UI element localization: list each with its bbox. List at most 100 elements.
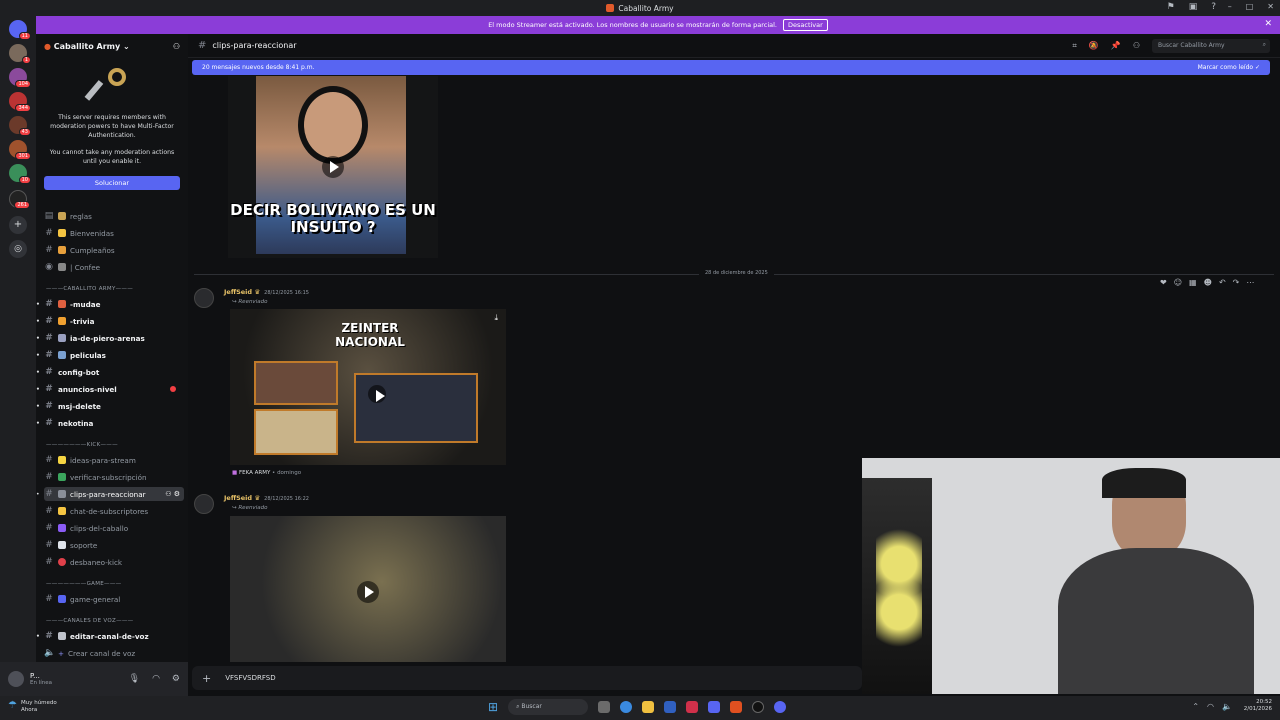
clock[interactable]: 20:52 2/01/2026	[1244, 699, 1272, 714]
notifications-icon[interactable]: 🔕	[1089, 41, 1099, 50]
store-icon[interactable]	[664, 701, 677, 713]
channel-clips-del-caballo[interactable]: # clips-del-caballo	[44, 521, 184, 535]
video-embed[interactable]: ZEINTER NACIONAL ⤓	[230, 309, 506, 465]
channel-desbaneo-kick[interactable]: # desbaneo-kick	[44, 555, 184, 569]
avatar[interactable]	[8, 671, 24, 687]
headphones-icon[interactable]: ◠	[152, 674, 160, 684]
emoji-icon[interactable]: ☺	[1174, 278, 1182, 287]
video-embed[interactable]	[230, 516, 506, 662]
channel-bienvenidas[interactable]: # Bienvenidas	[44, 226, 184, 240]
more-icon[interactable]: ⋯	[1246, 278, 1254, 287]
channel-crear-canal-de-voz[interactable]: 🔈 + Crear canal de voz	[44, 646, 184, 660]
server-icon[interactable]: 1	[9, 44, 31, 64]
avatar[interactable]	[194, 288, 214, 308]
wifi-icon[interactable]: ◠	[1207, 702, 1214, 711]
server-home-icon[interactable]: 11	[9, 20, 31, 40]
grid-icon[interactable]: ▦	[1189, 278, 1197, 287]
inbox-icon[interactable]: ⚑	[1167, 2, 1175, 12]
emoji-add-icon[interactable]: ☻	[1204, 278, 1212, 287]
play-icon[interactable]	[322, 156, 344, 178]
channel-ia-de-piero-arenas[interactable]: • # ia-de-piero-arenas	[36, 331, 184, 345]
app-icon[interactable]	[686, 701, 699, 713]
server-icon[interactable]: 344	[9, 92, 31, 112]
search-input[interactable]: Buscar Caballito Army ⌕	[1152, 38, 1270, 53]
discover-icon[interactable]: ◎	[9, 240, 27, 258]
message-author[interactable]: JeffSeid ♛ 28/12/2025 16:22	[224, 494, 309, 502]
channel-config-bot[interactable]: • # config-bot	[36, 365, 184, 379]
mark-as-read-button[interactable]: Marcar como leído ✓	[1198, 64, 1260, 71]
task-view-icon[interactable]	[598, 701, 611, 713]
chevron-up-icon[interactable]: ⌃	[1192, 702, 1199, 711]
discord-active-icon[interactable]	[774, 701, 787, 713]
maximize-button[interactable]: □	[1246, 2, 1254, 11]
channel-soporte[interactable]: # soporte	[44, 538, 184, 552]
members-icon[interactable]: ⚇	[1133, 41, 1140, 50]
add-server-icon[interactable]: +	[9, 216, 27, 234]
forward-icon[interactable]: ↷	[1233, 278, 1240, 287]
channel-peliculas[interactable]: • # peliculas	[36, 348, 184, 362]
add-attachment-icon[interactable]: +	[202, 672, 211, 685]
channel-reglas[interactable]: ▤ reglas	[44, 209, 184, 223]
server-icon[interactable]: 10	[9, 164, 31, 184]
channel-trivia[interactable]: • # -trivia	[36, 314, 184, 328]
server-icon[interactable]: 104	[9, 68, 31, 88]
message-input[interactable]: VFSFVSDRFSD	[225, 674, 275, 682]
obs-icon[interactable]	[752, 701, 765, 713]
server-icon[interactable]: 301	[9, 140, 31, 160]
channel-chat-de-subscriptores[interactable]: # chat-de-subscriptores	[44, 504, 184, 518]
category-caballito-army[interactable]: ———CABALLITO ARMY———	[46, 286, 186, 292]
forward-source[interactable]: ■ FEKA ARMY • domingo	[232, 470, 301, 476]
edge-icon[interactable]	[620, 701, 633, 713]
disable-streamer-button[interactable]: Desactivar	[783, 19, 828, 31]
reaction-icon[interactable]: ❤	[1160, 278, 1167, 287]
microphone-icon[interactable]: 🎙	[129, 674, 140, 684]
emoji-icon	[58, 317, 66, 325]
server-icon[interactable]: 261	[9, 190, 30, 209]
windows-start-icon[interactable]: ⊞	[488, 700, 498, 714]
help-icon[interactable]: ?	[1211, 2, 1216, 12]
server-icon[interactable]: 43	[9, 116, 31, 136]
channel-nekotina[interactable]: • # nekotina	[36, 416, 184, 430]
message-author[interactable]: JeffSeid ♛ 28/12/2025 16:15	[224, 288, 309, 296]
fix-button[interactable]: Solucionar	[44, 175, 180, 190]
guild-header[interactable]: ● Caballito Army ⌄ ⚇	[36, 34, 188, 58]
channel-clips-para-reaccionar[interactable]: • # clips-para-reaccionar ⚇ ⚙	[36, 487, 184, 501]
category-game[interactable]: ———————GAME———	[46, 581, 186, 587]
category-kick[interactable]: ———————KICK———	[46, 442, 186, 448]
channel-ideas-para-stream[interactable]: # ideas-para-stream	[44, 453, 184, 467]
close-icon[interactable]: ✕	[1264, 19, 1272, 29]
settings-gear-icon[interactable]: ⚙	[172, 674, 180, 684]
volume-icon[interactable]: 🔈	[1222, 702, 1232, 711]
reply-icon[interactable]: ↶	[1219, 278, 1226, 287]
channel-editar-canal-de-voz[interactable]: • # editar-canal-de-voz	[36, 629, 184, 643]
new-messages-bar[interactable]: 20 mensajes nuevos desde 8:41 p.m. Marca…	[192, 60, 1270, 75]
minimize-button[interactable]: –	[1228, 2, 1232, 11]
channel-verificar-subscripcion[interactable]: # verificar-subscripción	[44, 470, 184, 484]
message-composer[interactable]: + VFSFVSDRFSD	[192, 666, 862, 690]
channel-mudae[interactable]: • # -mudae	[36, 297, 184, 311]
weather-widget[interactable]: ☂ Muy húmedo Ahora	[8, 700, 57, 713]
close-window-button[interactable]: ✕	[1267, 2, 1274, 11]
file-explorer-icon[interactable]	[642, 701, 655, 713]
weather-icon: ☂	[8, 700, 17, 711]
speaker-icon: 🔈	[44, 648, 56, 658]
threads-icon[interactable]: ⌗	[1072, 41, 1077, 51]
avatar[interactable]	[194, 494, 214, 514]
taskbar-search[interactable]: ⌕ Buscar	[508, 699, 589, 715]
category-canales-de-voz[interactable]: ———CANALES DE VOZ———	[46, 618, 186, 624]
channel-msj-delete[interactable]: • # msj-delete	[36, 399, 184, 413]
channel-cumpleanos[interactable]: # Cumpleaños	[44, 243, 184, 257]
download-icon[interactable]: ⤓	[494, 313, 498, 323]
channel-anuncios-nivel[interactable]: • # anuncios-nivel	[36, 382, 184, 396]
play-icon[interactable]	[357, 581, 379, 603]
add-member-icon[interactable]: ⚇	[173, 42, 180, 51]
screen-share-icon[interactable]: ▣	[1189, 2, 1198, 12]
discord-icon[interactable]	[708, 701, 721, 713]
video-embed[interactable]: DECIR BOLIVIANO ES UN INSULTO ?	[228, 76, 438, 258]
channel-confee[interactable]: ◉ | Confee	[44, 260, 184, 274]
pin-icon[interactable]: 📌	[1111, 41, 1121, 50]
brave-icon[interactable]	[730, 701, 743, 713]
channel-settings-icon[interactable]: ⚇ ⚙	[165, 490, 180, 498]
play-icon[interactable]	[368, 385, 386, 403]
channel-game-general[interactable]: # game-general	[44, 592, 184, 606]
